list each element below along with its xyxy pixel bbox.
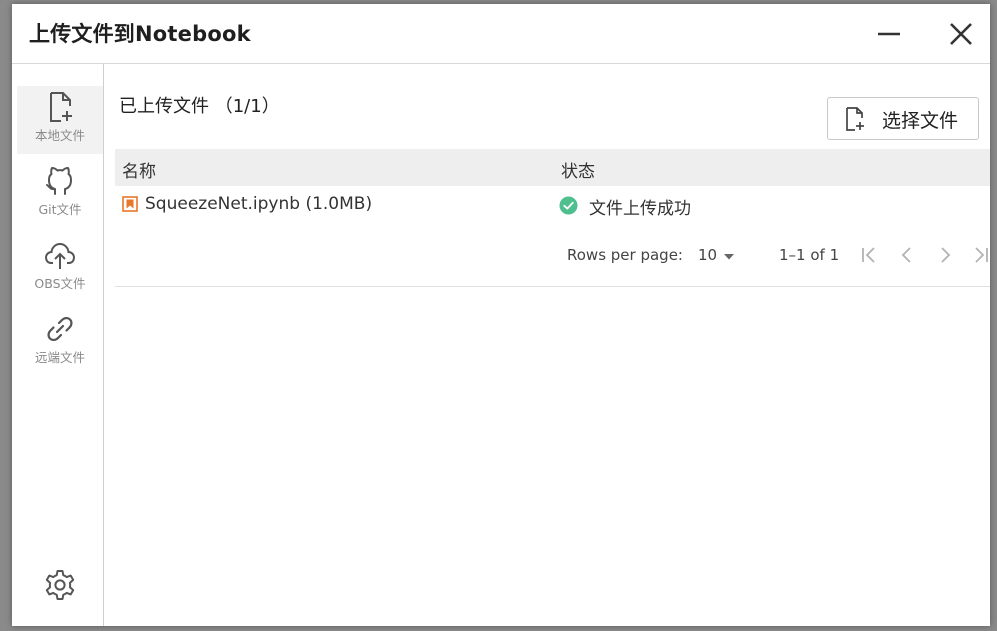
- github-icon: [46, 167, 72, 195]
- column-header-name: 名称: [122, 162, 156, 182]
- file-add-icon: [846, 107, 864, 131]
- table-divider: [115, 286, 990, 287]
- sidebar-item-label: OBS文件: [34, 276, 86, 291]
- upload-dialog: 上传文件到Notebook 本地文件 Git文件 OBS文件 远端文件 已上传文…: [12, 4, 990, 626]
- table-row: SqueezeNet.ipynb (1.0MB) 文件上传成功: [115, 186, 990, 224]
- cloud-upload-icon: [44, 242, 76, 269]
- link-icon: [47, 316, 73, 342]
- uploaded-files-title: 已上传文件 （1/1）: [119, 96, 280, 117]
- dialog-titlebar: 上传文件到Notebook: [12, 4, 990, 64]
- caret-down-icon[interactable]: [723, 253, 735, 261]
- sidebar-item-local-file[interactable]: 本地文件: [17, 86, 103, 154]
- minimize-icon: [878, 32, 900, 36]
- choose-file-label: 选择文件: [882, 110, 959, 132]
- sidebar-item-label: 本地文件: [34, 128, 85, 143]
- first-page-icon[interactable]: [856, 242, 882, 268]
- choose-file-button[interactable]: 选择文件: [827, 97, 979, 140]
- sidebar-item-remote-file[interactable]: 远端文件: [17, 308, 103, 376]
- minimize-button[interactable]: [872, 17, 906, 51]
- notebook-file-icon: [122, 196, 138, 212]
- pagination: Rows per page: 10 1–1 of 1: [104, 234, 990, 274]
- check-circle-icon: [559, 196, 578, 215]
- main-panel: 已上传文件 （1/1） 选择文件 名称 状态 SqueezeNet.ipynb …: [104, 64, 990, 626]
- source-sidebar: 本地文件 Git文件 OBS文件 远端文件: [12, 64, 104, 626]
- sidebar-item-obs-file[interactable]: OBS文件: [17, 234, 103, 302]
- column-header-status: 状态: [561, 162, 595, 182]
- page-range: 1–1 of 1: [779, 246, 840, 264]
- table-header: 名称 状态: [115, 149, 990, 186]
- last-page-icon[interactable]: [968, 242, 990, 268]
- previous-page-icon[interactable]: [894, 242, 920, 268]
- sidebar-item-label: Git文件: [38, 202, 82, 217]
- sidebar-item-git-file[interactable]: Git文件: [17, 160, 103, 228]
- close-icon: [950, 23, 972, 45]
- rows-per-page-label: Rows per page:: [567, 246, 683, 264]
- dialog-title: 上传文件到Notebook: [29, 22, 251, 46]
- file-add-icon: [50, 92, 72, 122]
- close-button[interactable]: [944, 17, 978, 51]
- upload-status: 文件上传成功: [589, 199, 691, 219]
- rows-per-page-select[interactable]: 10: [698, 246, 717, 264]
- sidebar-item-label: 远端文件: [34, 350, 85, 365]
- next-page-icon[interactable]: [932, 242, 958, 268]
- file-name: SqueezeNet.ipynb (1.0MB): [145, 194, 373, 214]
- gear-icon[interactable]: [42, 567, 78, 603]
